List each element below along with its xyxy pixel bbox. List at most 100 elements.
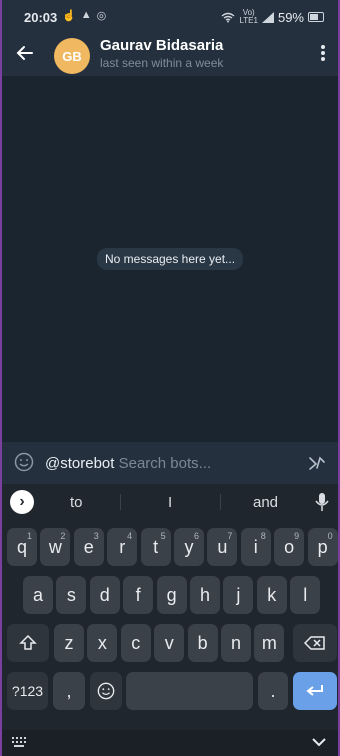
microphone-icon[interactable]	[314, 492, 330, 512]
empty-chat-label: No messages here yet...	[96, 248, 244, 270]
suggestion-divider	[220, 494, 221, 510]
wifi-icon	[221, 12, 235, 22]
signal-icon	[261, 11, 274, 23]
backspace-key[interactable]	[293, 624, 337, 662]
key-label: u	[217, 536, 228, 557]
key-label: l	[303, 584, 308, 605]
suggestion-1[interactable]: to	[70, 494, 83, 511]
key-d[interactable]: d	[89, 576, 120, 614]
key-label: a	[32, 584, 43, 605]
enter-key[interactable]	[293, 672, 337, 710]
key-hint: 9	[294, 531, 300, 541]
key-j[interactable]: j	[223, 576, 254, 614]
period-key[interactable]: .	[258, 672, 288, 710]
key-label: f	[135, 584, 141, 605]
key-hint: 5	[160, 531, 166, 541]
navigation-bar	[2, 730, 338, 756]
hide-keyboard-chevron-icon[interactable]	[312, 736, 326, 748]
key-label: g	[166, 584, 177, 605]
symbols-key[interactable]: ?123	[7, 672, 48, 710]
key-hint: 8	[260, 531, 266, 541]
suggestion-bar: › to I and	[2, 484, 338, 520]
key-m[interactable]: m	[254, 624, 285, 662]
key-label: o	[284, 536, 295, 557]
suggestion-3[interactable]: and	[253, 494, 278, 511]
key-label: e	[83, 536, 94, 557]
expand-toolbar-icon[interactable]: ›	[10, 490, 34, 514]
app-notification-icon: ◎	[96, 10, 107, 22]
key-label: s	[66, 584, 76, 605]
key-label: n	[230, 632, 241, 653]
more-options-icon[interactable]	[320, 44, 326, 64]
key-x[interactable]: x	[87, 624, 118, 662]
suggestion-2[interactable]: I	[168, 494, 172, 511]
message-input-bar: @storebot Search bots...	[2, 442, 338, 484]
key-e[interactable]: e3	[73, 528, 104, 566]
enter-icon	[306, 685, 323, 696]
key-s[interactable]: s	[56, 576, 87, 614]
network-type: Vo) LTE1	[239, 8, 258, 25]
comma-key[interactable]: ,	[53, 672, 85, 710]
key-y[interactable]: y6	[174, 528, 204, 566]
emoji-icon[interactable]	[14, 452, 34, 472]
key-label: t	[153, 536, 159, 557]
bell-icon: ▲	[80, 9, 92, 21]
key-hint: 7	[227, 531, 233, 541]
status-time: 20:03	[24, 10, 58, 25]
key-label: i	[253, 536, 258, 557]
emoji-icon	[97, 682, 115, 700]
key-label: q	[16, 536, 27, 557]
input-placeholder: Search bots...	[118, 455, 212, 472]
key-b[interactable]: b	[187, 624, 218, 662]
battery-percent: 59%	[277, 9, 304, 25]
key-label: b	[197, 632, 208, 653]
key-label: y	[184, 536, 194, 557]
key-v[interactable]: v	[154, 624, 185, 662]
key-label: d	[99, 584, 110, 605]
key-f[interactable]: f	[123, 576, 154, 614]
key-p[interactable]: p0	[307, 528, 338, 566]
chat-header: GB Gaurav Bidasaria last seen within a w…	[2, 34, 338, 76]
key-label: h	[199, 584, 210, 605]
avatar[interactable]: GB	[54, 38, 90, 74]
key-hint: 0	[327, 531, 333, 541]
last-seen-status: last seen within a week	[100, 56, 224, 70]
gesture-icon: ☝	[62, 10, 76, 22]
keyboard-grid-icon[interactable]	[12, 737, 30, 749]
key-hint: 2	[60, 531, 66, 541]
message-list[interactable]: No messages here yet...	[2, 76, 338, 442]
key-h[interactable]: h	[190, 576, 220, 614]
key-label: j	[236, 584, 241, 605]
key-z[interactable]: z	[54, 624, 84, 662]
battery-icon	[308, 12, 324, 22]
bot-commands-icon[interactable]	[308, 453, 326, 471]
mention-text: @storebot	[45, 455, 115, 472]
key-k[interactable]: k	[256, 576, 287, 614]
status-right: Vo) LTE1 59%	[221, 9, 324, 25]
key-q[interactable]: q1	[7, 528, 37, 566]
shift-key[interactable]	[7, 624, 49, 662]
key-n[interactable]: n	[221, 624, 251, 662]
key-hint: 6	[193, 531, 199, 541]
space-key[interactable]	[126, 672, 253, 710]
key-label: x	[97, 632, 107, 653]
key-label: k	[267, 584, 277, 605]
key-w[interactable]: w2	[40, 528, 71, 566]
key-t[interactable]: t5	[140, 528, 171, 566]
key-a[interactable]: a	[23, 576, 53, 614]
emoji-key[interactable]	[90, 672, 122, 710]
key-u[interactable]: u7	[207, 528, 238, 566]
key-g[interactable]: g	[156, 576, 187, 614]
keyboard: › to I and q1w2e3r4t5y6u7i8o9p0asdfghjkl…	[2, 484, 338, 756]
key-label: p	[317, 536, 328, 557]
key-hint: 4	[127, 531, 133, 541]
key-o[interactable]: o9	[274, 528, 305, 566]
chat-title[interactable]: Gaurav Bidasaria	[100, 37, 223, 54]
key-r[interactable]: r4	[107, 528, 138, 566]
key-c[interactable]: c	[120, 624, 151, 662]
key-i[interactable]: i8	[240, 528, 271, 566]
message-input[interactable]: @storebot Search bots...	[45, 455, 211, 472]
key-hint: 1	[26, 531, 32, 541]
back-arrow-icon[interactable]	[14, 42, 36, 64]
key-l[interactable]: l	[290, 576, 321, 614]
